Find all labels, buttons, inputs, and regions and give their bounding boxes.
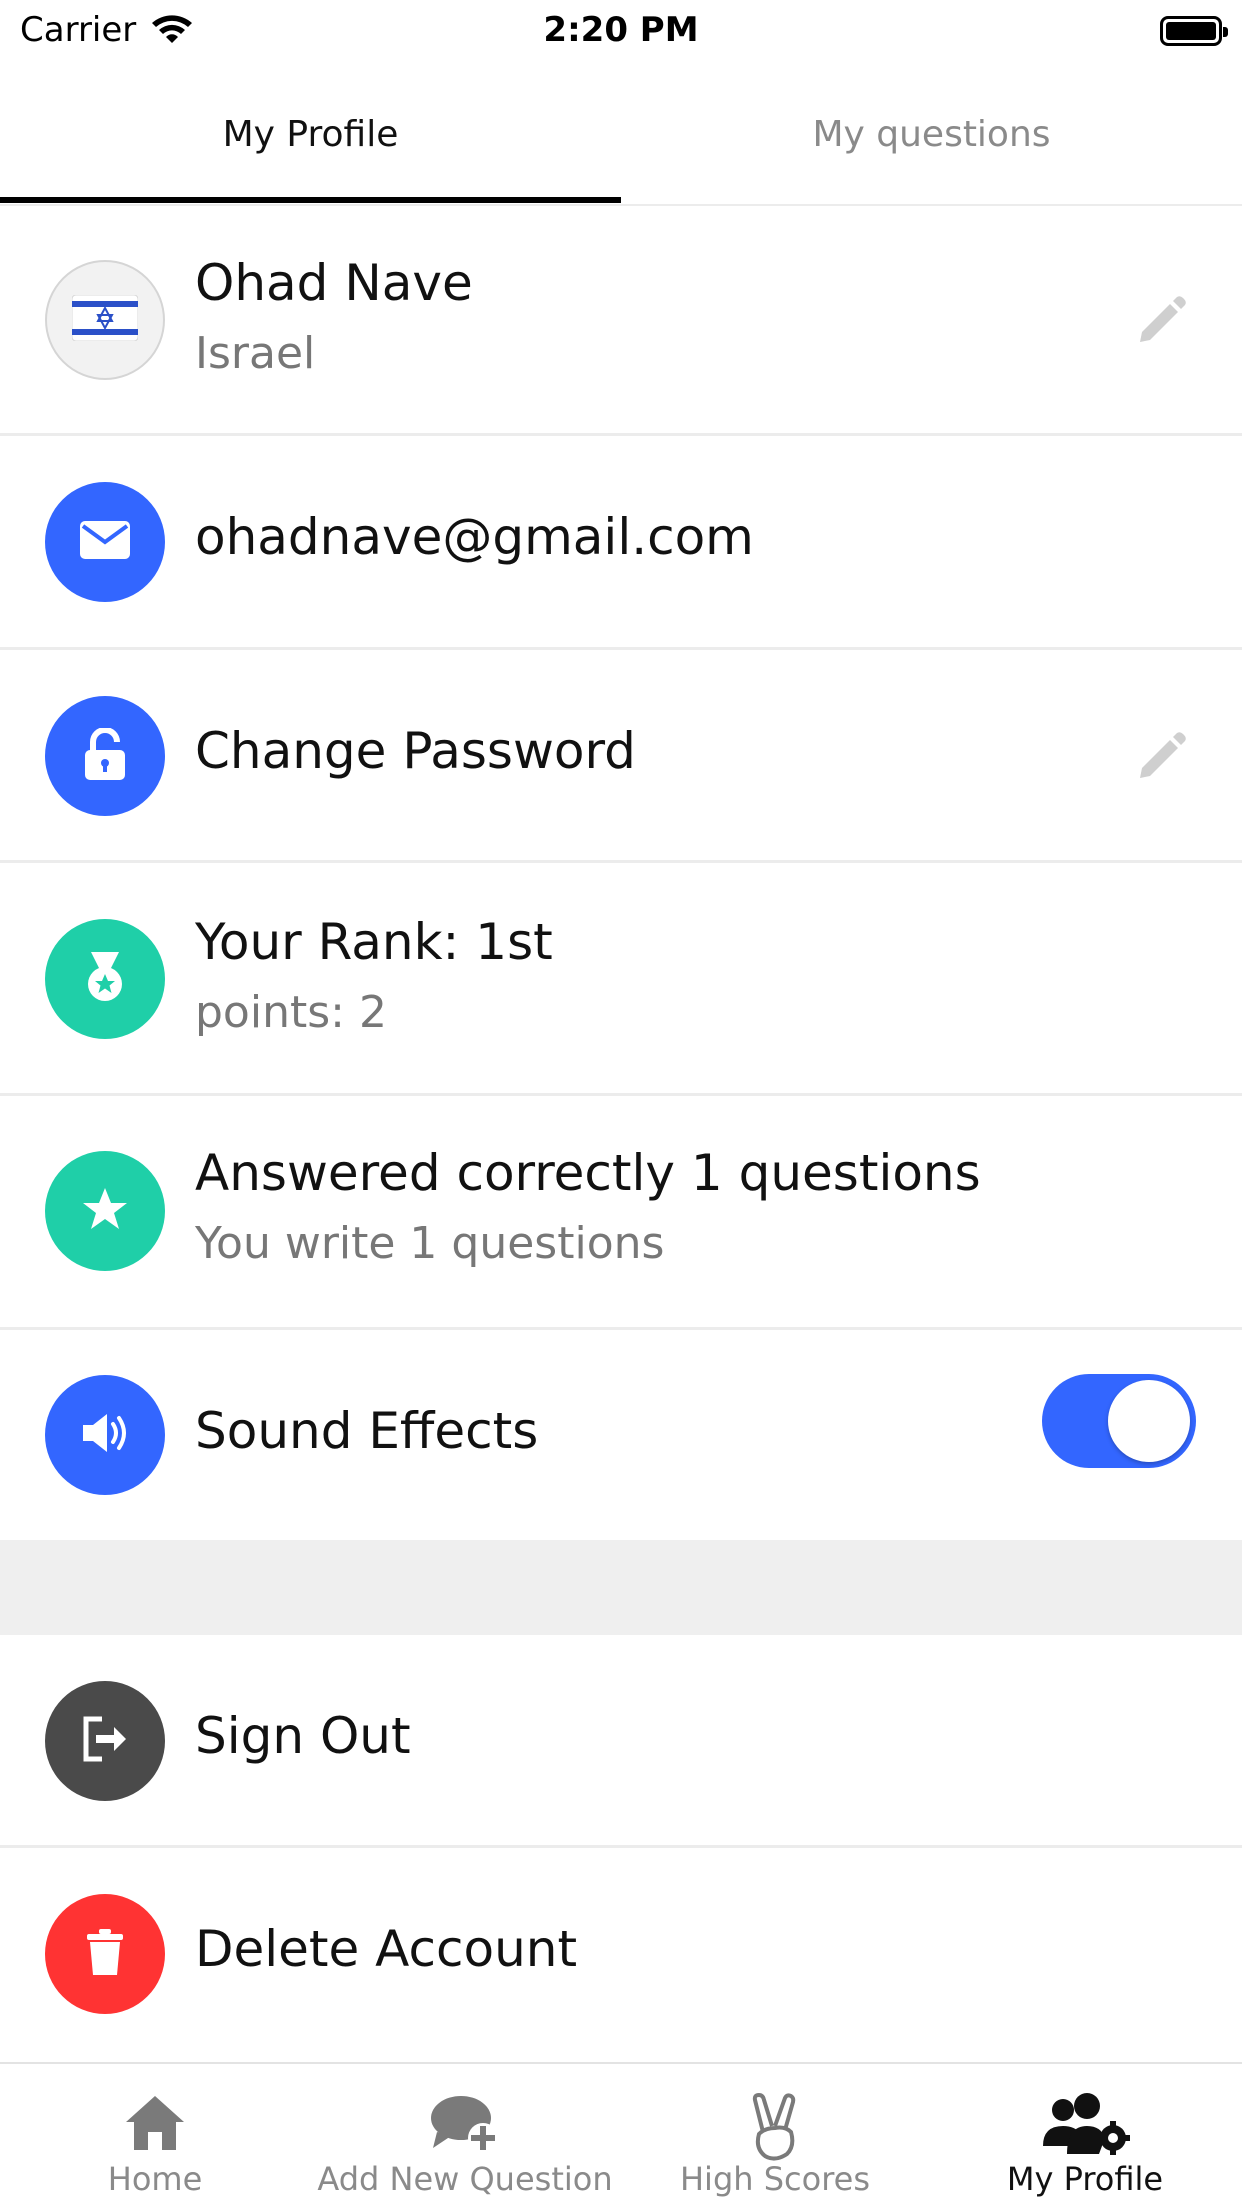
rank-title: Your Rank: 1st: [195, 913, 553, 971]
nav-home-label: Home: [107, 2160, 203, 2198]
battery-icon: [1160, 16, 1228, 46]
israel-flag-icon: [71, 294, 139, 345]
sign-out-row[interactable]: Sign Out: [0, 1635, 1242, 1848]
rank-points: points: 2: [195, 987, 387, 1038]
envelope-icon: [79, 520, 131, 564]
change-password-label: Change Password: [195, 722, 636, 780]
profile-tabs: My Profile My questions: [0, 64, 1242, 206]
medal-icon: [81, 950, 129, 1008]
sound-effects-row: Sound Effects: [0, 1330, 1242, 1540]
add-comment-icon: [429, 2092, 501, 2162]
edit-password-pencil-icon[interactable]: [1134, 728, 1190, 784]
nav-my-profile[interactable]: My Profile: [930, 2064, 1240, 2210]
sound-icon-circle: [45, 1375, 165, 1495]
speaker-icon: [79, 1410, 131, 1460]
bottom-tab-bar: Home Add New Question High Scores My Pro…: [0, 2062, 1242, 2210]
user-settings-icon: [1037, 2092, 1133, 2162]
answered-correctly-text: Answered correctly 1 questions: [195, 1144, 981, 1202]
sign-out-label: Sign Out: [195, 1707, 411, 1765]
email-icon-circle: [45, 482, 165, 602]
email-row: ohadnave@gmail.com: [0, 436, 1242, 650]
answers-row: Answered correctly 1 questions You write…: [0, 1096, 1242, 1330]
sign-out-icon: [80, 1715, 130, 1767]
questions-written-text: You write 1 questions: [195, 1218, 665, 1269]
tab-my-questions[interactable]: My questions: [621, 64, 1242, 204]
sound-effects-toggle[interactable]: [1042, 1374, 1196, 1468]
rank-row: Your Rank: 1st points: 2: [0, 863, 1242, 1096]
victory-hand-icon: [745, 2092, 805, 2162]
trash-icon: [85, 1928, 125, 1980]
section-spacer: [0, 1540, 1242, 1635]
star-icon: [81, 1186, 129, 1236]
delete-account-label: Delete Account: [195, 1920, 578, 1978]
email-value: ohadnave@gmail.com: [195, 508, 754, 566]
nav-my-profile-label: My Profile: [1006, 2160, 1164, 2198]
profile-name: Ohad Nave: [195, 254, 473, 312]
toggle-knob: [1108, 1380, 1190, 1462]
sound-effects-label: Sound Effects: [195, 1402, 539, 1460]
home-icon: [122, 2092, 188, 2162]
clock: 2:20 PM: [543, 10, 699, 50]
rank-icon-circle: [45, 919, 165, 1039]
profile-row[interactable]: Ohad Nave Israel: [0, 206, 1242, 436]
nav-add-new-question[interactable]: Add New Question: [310, 2064, 620, 2210]
tab-my-profile[interactable]: My Profile: [0, 64, 621, 204]
change-password-row[interactable]: Change Password: [0, 650, 1242, 863]
lock-icon: [83, 727, 127, 784]
nav-home[interactable]: Home: [0, 2064, 310, 2210]
avatar: [45, 260, 165, 380]
delete-account-row[interactable]: Delete Account: [0, 1848, 1242, 2062]
sign-out-icon-circle: [45, 1681, 165, 1801]
edit-profile-pencil-icon[interactable]: [1134, 292, 1190, 348]
nav-high-scores-label: High Scores: [679, 2160, 870, 2198]
answers-icon-circle: [45, 1151, 165, 1271]
active-tab-indicator: [0, 197, 621, 203]
delete-icon-circle: [45, 1894, 165, 2014]
nav-high-scores[interactable]: High Scores: [620, 2064, 930, 2210]
password-icon-circle: [45, 696, 165, 816]
status-bar: Carrier 2:20 PM: [0, 0, 1242, 62]
profile-country: Israel: [195, 328, 316, 379]
nav-add-new-question-label: Add New Question: [317, 2160, 613, 2198]
